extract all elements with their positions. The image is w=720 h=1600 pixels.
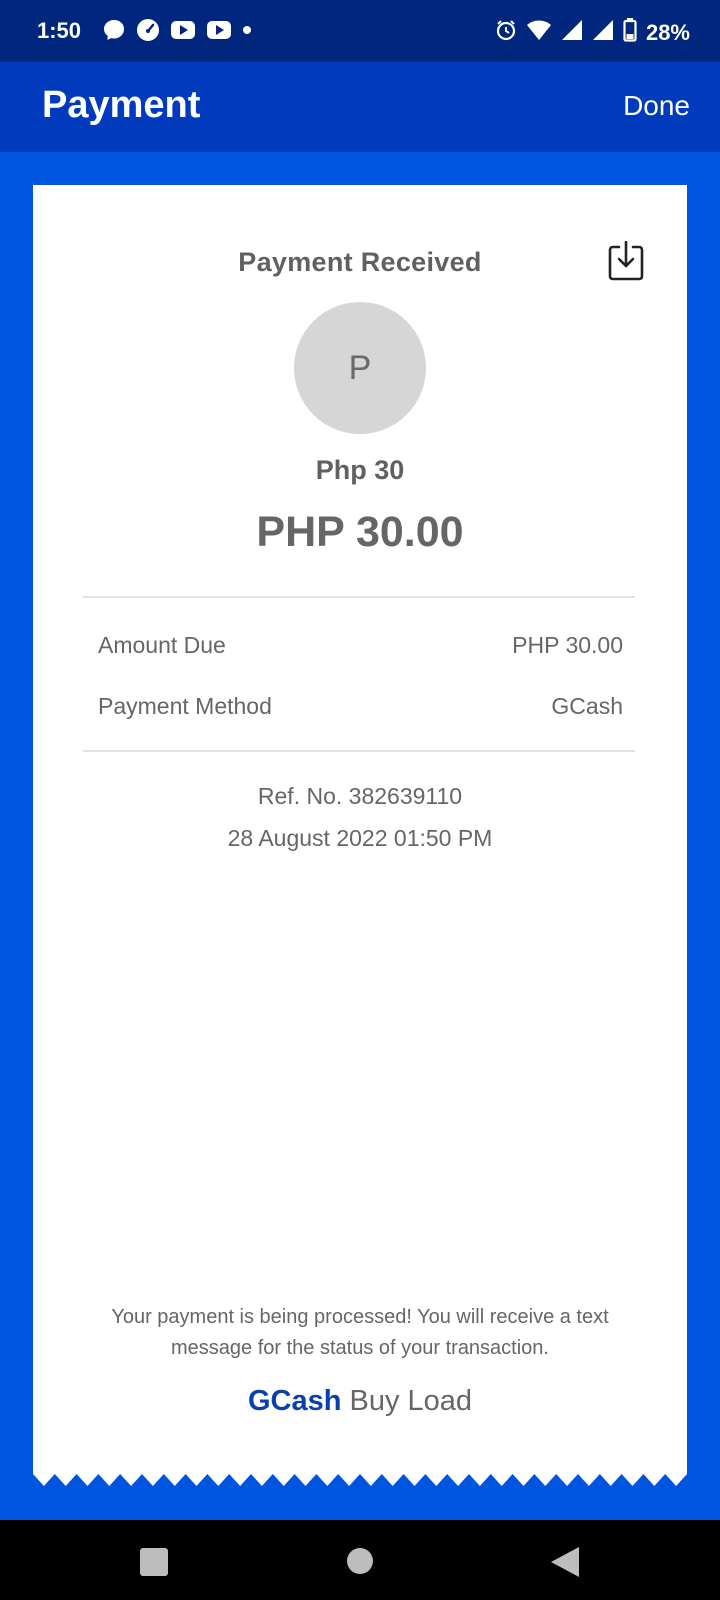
status-time: 1:50 [37,18,82,43]
youtube-icon [170,19,196,41]
battery-icon [623,18,637,47]
navigation-bar [0,1520,720,1600]
receipt-bottom-edge [33,1474,687,1488]
reference-number: Ref. No. 382639110 [257,783,463,809]
recents-button[interactable] [139,1547,169,1582]
brand-suffix: Buy Load [341,1385,473,1417]
page-title: Payment [42,84,201,126]
total-amount: PHP 30.00 [256,508,464,556]
notification-icons [102,18,252,42]
battery-percentage: 28% [645,19,690,45]
circle-icon [347,1548,373,1574]
square-icon [140,1548,168,1576]
amount-due-value: PHP 30.00 [512,632,623,658]
avatar: P [294,302,426,434]
divider [83,596,635,598]
app-bar: Payment Done [0,62,720,152]
back-triangle-icon [551,1547,579,1577]
signal-icon [561,19,583,46]
recipient-name: Php 30 [315,455,405,485]
download-icon[interactable] [607,240,645,281]
transaction-date: 28 August 2022 01:50 PM [227,825,493,851]
divider [83,750,635,752]
youtube-icon [206,19,232,41]
back-button[interactable] [550,1546,580,1583]
status-bar: 1:50 28% [0,0,720,62]
done-button[interactable]: Done [623,90,690,122]
processing-note: Your payment is being processed! You wil… [111,1306,609,1359]
amount-due-label: Amount Due [98,632,226,658]
wifi-icon [526,19,552,46]
alarm-icon [495,19,517,46]
dot-icon [242,25,252,35]
home-button[interactable] [346,1547,374,1580]
payment-method-value: GCash [551,693,623,719]
receipt-title: Payment Received [238,247,482,277]
brand-footer: GCash Buy Load [33,1385,687,1418]
messenger-icon [102,18,126,42]
system-icons: 28% [495,18,690,47]
receipt-card: Payment Received P Php 30 PHP 30.00 Amou… [33,185,687,1487]
speedometer-icon [136,18,160,42]
brand-name: GCash [247,1385,342,1417]
payment-method-label: Payment Method [98,693,272,719]
signal-icon [592,19,614,46]
avatar-initial: P [348,348,372,387]
